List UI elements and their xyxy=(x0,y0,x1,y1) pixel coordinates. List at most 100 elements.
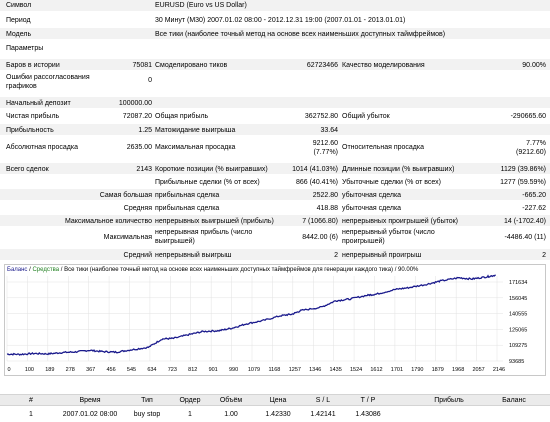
short-positions-value: 1014 (41.03%) xyxy=(292,166,338,173)
max-cons-wins-label: непрерывных выигрышей (прибыль) xyxy=(155,218,274,225)
maximal-profit-label: непрерывная прибыль (число выигрышей) xyxy=(155,229,253,245)
table-header-cell[interactable]: Объём xyxy=(208,396,254,405)
x-tick-label: 2146 xyxy=(493,367,505,373)
net-profit-value: 72087.20 xyxy=(122,113,152,120)
max-cons-losses-value: 14 (-1702.40) xyxy=(503,218,546,225)
avg-cons-wins-value: 2 xyxy=(334,252,338,259)
x-tick-label: 1879 xyxy=(432,367,444,373)
abs-drawdown-label: Абсолютная просадка xyxy=(6,144,78,151)
x-tick-label: 1346 xyxy=(309,367,321,373)
rel-drawdown-value: (9212.60) xyxy=(516,149,546,156)
deposit-label: Начальный депозит xyxy=(6,100,71,107)
avg-cons-wins-label: непрерывный выигрыш xyxy=(155,252,232,259)
max-drawdown-percent: (7.77%) xyxy=(313,149,338,156)
params-label: Параметры xyxy=(6,45,44,52)
x-tick-label: 100 xyxy=(25,367,34,373)
net-profit-label: Чистая прибыль xyxy=(6,113,60,120)
symbol-label: Символ xyxy=(6,2,32,9)
chart-legend-model: Все тики (наиболее точный метод на основ… xyxy=(64,267,419,273)
period-label: Период xyxy=(6,17,31,24)
profit-trades-label: Прибыльные сделки (% от всех) xyxy=(155,179,260,186)
x-tick-label: 1701 xyxy=(391,367,403,373)
average-label: Средняя xyxy=(123,205,152,212)
table-header-cell[interactable]: Прибыль xyxy=(420,396,478,405)
maximal-profit-value: 8442.00 (6) xyxy=(302,234,338,241)
loss-trades-value: 1277 (59.59%) xyxy=(500,179,546,186)
table-cell: buy stop xyxy=(133,411,161,418)
x-tick-label: 367 xyxy=(86,367,95,373)
table-header-cell[interactable]: Время xyxy=(60,396,120,405)
x-tick-label: 723 xyxy=(168,367,177,373)
x-tick-label: 1968 xyxy=(452,367,464,373)
expected-payoff-label: Матожидание выигрыша xyxy=(155,127,236,134)
model-value: Все тики (наиболее точный метод на основ… xyxy=(155,31,446,38)
table-cell: 1.00 xyxy=(224,411,238,418)
chart-header: Баланс / Средства / Все тики (наиболее т… xyxy=(7,267,419,273)
table-header-cell[interactable]: Ордер xyxy=(175,396,205,405)
bars-value: 75081 xyxy=(132,62,152,69)
short-positions-label: Короткие позиции (% выигравших) xyxy=(155,166,268,173)
max-cons-wins-value: 7 (1066.80) xyxy=(302,218,338,225)
table-header-cell[interactable]: Баланс xyxy=(484,396,544,405)
x-tick-label: 901 xyxy=(209,367,218,373)
errors-value: 0 xyxy=(148,77,152,84)
total-trades-value: 2143 xyxy=(136,166,152,173)
max-drawdown-value: 9212.60 xyxy=(312,140,338,147)
profit-trades-value: 866 (40.41%) xyxy=(295,179,338,186)
x-tick-label: 812 xyxy=(188,367,197,373)
quality-label: Качество моделирования xyxy=(342,62,425,69)
max-cons-losses-label: непрерывных проигрышей (убыток) xyxy=(342,218,459,225)
table-header-cell[interactable]: # xyxy=(6,396,56,405)
avg-cons-losses-value: 2 xyxy=(542,252,546,259)
y-tick-label: 125065 xyxy=(509,327,527,333)
profit-factor-value: 1.25 xyxy=(138,127,152,134)
table-header-cell[interactable]: Тип xyxy=(122,396,172,405)
average-profit-label: прибыльная сделка xyxy=(155,205,220,212)
max-count-label: Максимальное количество xyxy=(64,218,152,225)
ticks-label: Смоделировано тиков xyxy=(155,62,228,69)
table-cell: 2007.01.02 08:00 xyxy=(62,411,118,418)
x-tick-label: 456 xyxy=(106,367,115,373)
maximal-loss-value: -4486.40 (11) xyxy=(504,234,546,241)
x-tick-label: 1524 xyxy=(350,367,362,373)
table-header-cell[interactable]: Цена xyxy=(258,396,298,405)
table-header-cell[interactable]: T / P xyxy=(348,396,388,405)
max-drawdown-label: Максимальная просадка xyxy=(155,144,236,151)
expected-payoff-value: 33.64 xyxy=(320,127,338,134)
largest-label: Самая большая xyxy=(99,192,152,199)
table-cell: 1.43086 xyxy=(355,411,381,418)
period-value: 30 Минут (M30) 2007.01.02 08:00 - 2012.1… xyxy=(155,17,406,24)
y-tick-label: 109275 xyxy=(509,343,527,349)
profit-factor-label: Прибыльность xyxy=(6,127,54,134)
gross-loss-value: -290665.60 xyxy=(510,113,546,120)
x-tick-label: 2057 xyxy=(472,367,484,373)
balance-series-line xyxy=(6,274,496,356)
gross-profit-label: Общая прибыль xyxy=(155,113,209,120)
largest-profit-value: 2522.80 xyxy=(312,192,338,199)
x-tick-label: 545 xyxy=(127,367,136,373)
average-profit-value: 418.88 xyxy=(316,205,338,212)
quality-value: 90.00% xyxy=(522,62,546,69)
chart-legend-balance: Баланс xyxy=(7,267,28,273)
average-loss-value: -227.62 xyxy=(522,205,546,212)
x-tick-label: 1168 xyxy=(269,367,281,373)
y-tick-label: 156045 xyxy=(509,296,527,302)
symbol-value: EURUSD (Euro vs US Dollar) xyxy=(155,2,247,9)
largest-profit-label: прибыльная сделка xyxy=(155,192,220,199)
loss-trades-label: Убыточные сделки (% от всех) xyxy=(342,179,441,186)
deposit-value: 100000.00 xyxy=(118,100,152,107)
x-tick-label: 1790 xyxy=(411,367,423,373)
avg-cons-label: Средний xyxy=(123,252,152,259)
gross-profit-value: 362752.80 xyxy=(304,113,338,120)
table-header-cell[interactable]: S / L xyxy=(302,396,344,405)
bars-label: Баров в истории xyxy=(6,62,60,69)
y-tick-label: 93685 xyxy=(509,359,524,365)
errors-label: Ошибки рассогласования графиков xyxy=(6,74,90,90)
x-tick-label: 1435 xyxy=(330,367,342,373)
largest-loss-value: -665.20 xyxy=(522,192,546,199)
x-tick-label: 189 xyxy=(45,367,54,373)
rel-drawdown-percent: 7.77% xyxy=(526,140,546,147)
y-tick-label: 171634 xyxy=(509,280,527,286)
largest-loss-label: убыточная сделка xyxy=(342,192,402,199)
x-tick-label: 1612 xyxy=(370,367,382,373)
